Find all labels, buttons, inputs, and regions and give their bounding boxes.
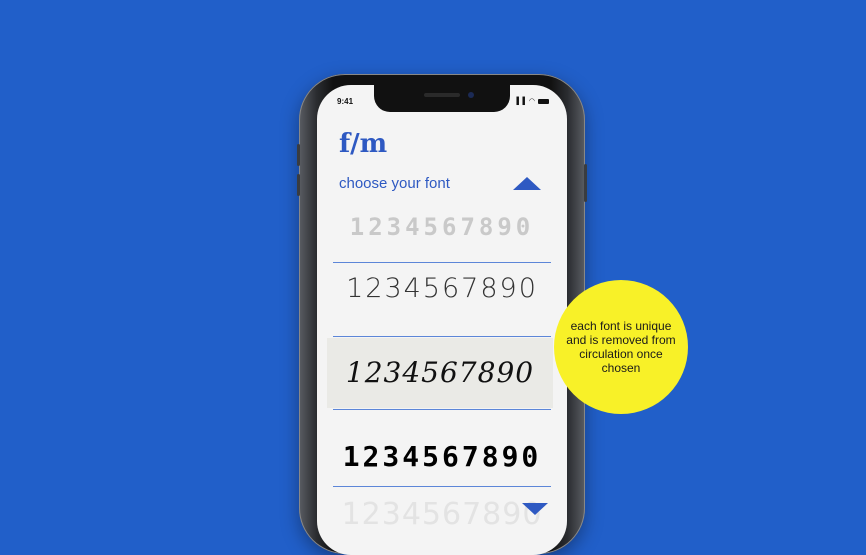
divider — [333, 486, 551, 487]
callout-text: each font is unique and is removed from … — [566, 319, 676, 375]
signal-icon: ▐▐ ◠ — [514, 98, 536, 105]
status-time: 9:41 — [337, 97, 354, 106]
triangle-up-icon[interactable] — [513, 177, 541, 190]
divider — [333, 409, 551, 410]
speaker-grille — [424, 93, 460, 97]
notch — [374, 85, 510, 112]
front-camera — [468, 92, 474, 98]
choose-font-label: choose your font — [339, 175, 450, 192]
divider — [333, 336, 551, 337]
font-option-1[interactable]: 1234567890 — [333, 213, 551, 241]
power-button — [584, 164, 587, 202]
app-logo: f/m — [339, 129, 388, 159]
status-icons: ▐▐ ◠ — [514, 97, 549, 105]
triangle-down-icon[interactable] — [522, 503, 548, 515]
font-option-5[interactable]: 1234567890 — [333, 497, 551, 532]
volume-up-button — [297, 144, 300, 166]
info-callout-bubble: each font is unique and is removed from … — [554, 280, 688, 414]
font-option-3-selected[interactable]: 1234567890 — [327, 338, 553, 408]
volume-down-button — [297, 174, 300, 196]
font-option-4[interactable]: 1234567890 — [333, 440, 551, 473]
font-option-2[interactable]: 1234567890 — [333, 273, 551, 304]
divider — [333, 262, 551, 263]
phone-screen: 9:41 ▐▐ ◠ f/m choose your font 123456789… — [317, 85, 567, 555]
battery-icon — [538, 98, 549, 104]
